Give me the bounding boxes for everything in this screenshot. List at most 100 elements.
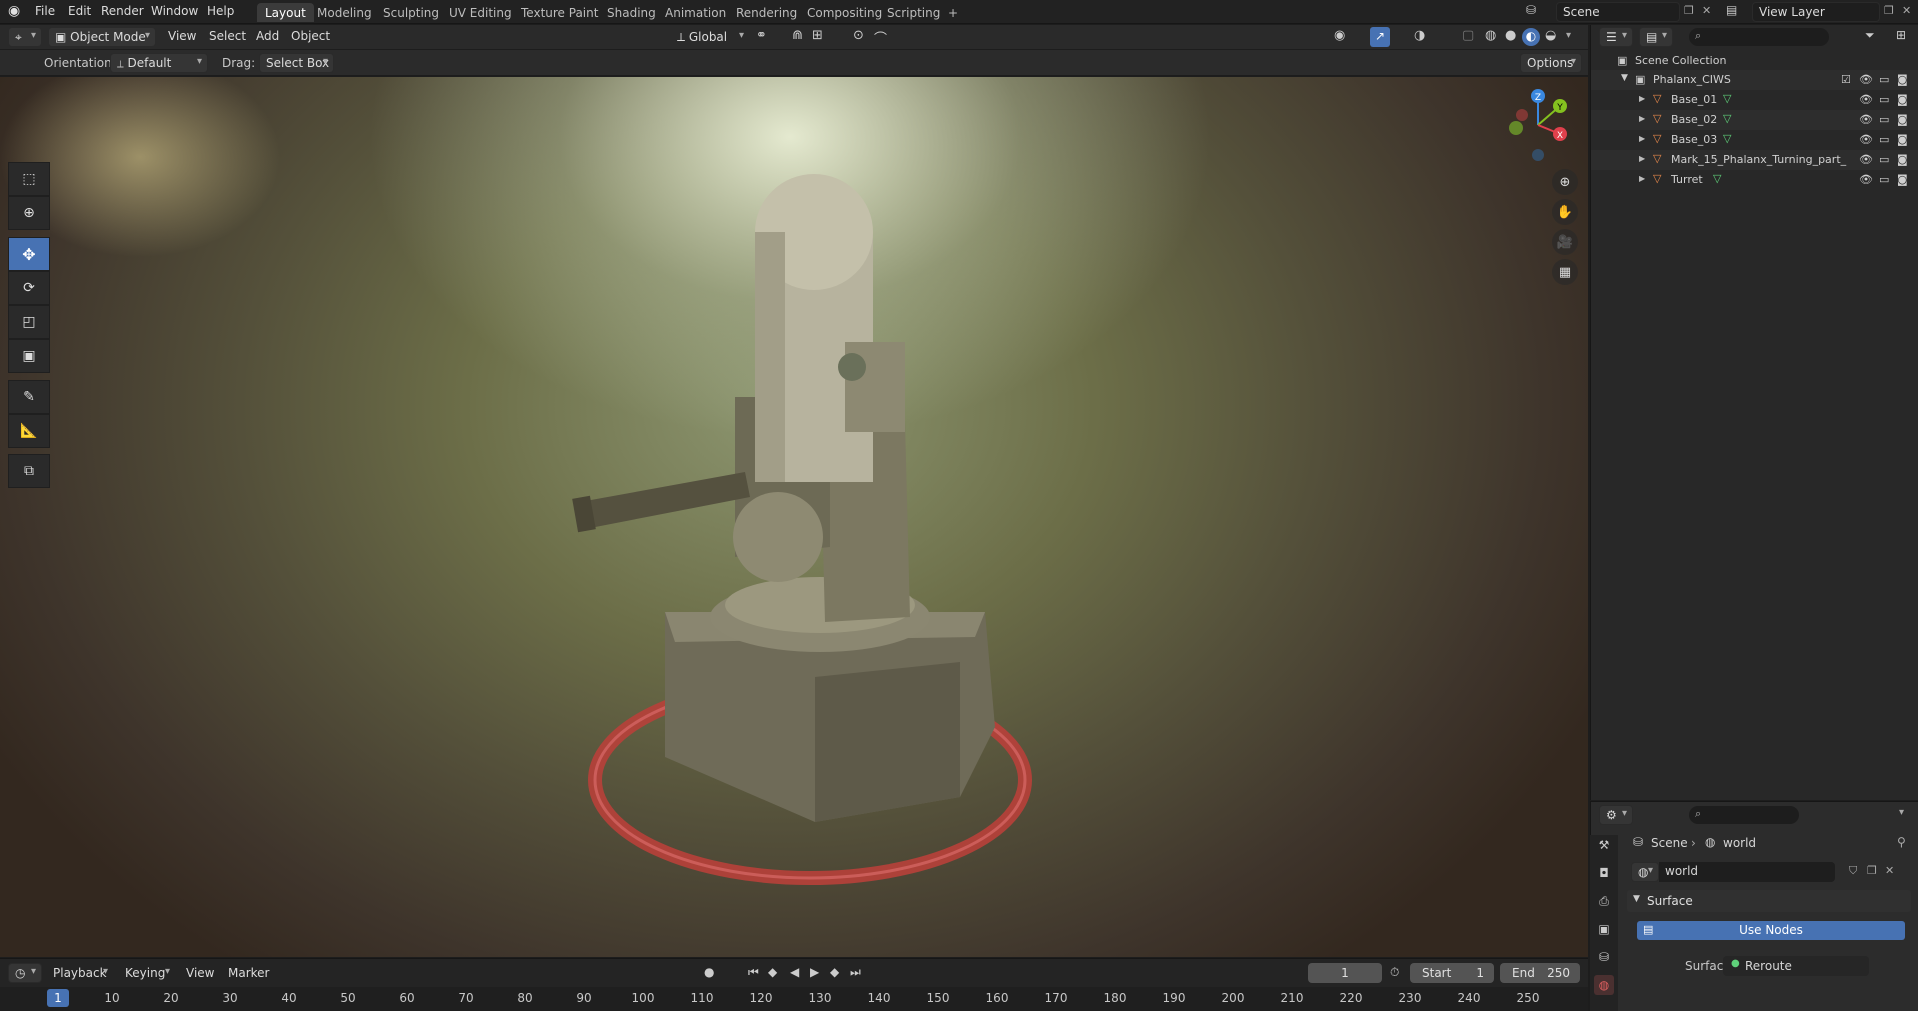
orientation-dropdown[interactable]: ⟂ Default [110,53,208,73]
shading-options-chevron-icon[interactable]: ▾ [1566,30,1571,41]
perspective-toggle-button[interactable]: ▦ [1552,259,1578,285]
play-reverse-icon[interactable]: ◀ [790,965,799,979]
menu-object[interactable]: Object [291,29,330,43]
breadcrumb-scene[interactable]: Scene [1651,836,1688,850]
expand-arrow-icon[interactable]: ▶ [1639,154,1645,163]
pivot-point-icon[interactable]: ⚭ [756,28,767,43]
options-dropdown[interactable]: Options [1520,53,1582,73]
fake-user-shield-icon[interactable]: ⛉ [1849,864,1857,878]
navigation-gizmo[interactable]: Z Y X [1498,85,1578,165]
outliner-row-object[interactable]: ▶ ▽ Turret ▽ 👁 ▭ ◙ [1591,170,1918,190]
tab-scene[interactable]: ⛁ [1594,947,1614,967]
start-frame-field[interactable]: Start 1 [1410,963,1494,983]
world-browse-button[interactable]: ◍ [1631,862,1659,882]
transform-orientation-selector[interactable]: ⟂ Global [670,27,750,47]
3d-viewport[interactable]: ⬚ ⊕ ✥ ⟳ ◰ ▣ ✎ 📐 ⧉ Z Y X ⊕ ✋ 🎥 ▦ [0,77,1588,957]
add-cube-tool[interactable]: ⧉ [8,454,50,488]
annotate-tool[interactable]: ✎ [8,380,50,414]
outliner-editor-type[interactable]: ☰ [1599,27,1633,47]
expand-arrow-icon[interactable]: ▶ [1639,94,1645,103]
pan-button[interactable]: ✋ [1552,199,1578,225]
monitor-icon[interactable]: ▭ [1879,93,1889,106]
measure-tool[interactable]: 📐 [8,414,50,448]
rendered-shading-icon[interactable]: ◒ [1545,28,1556,43]
world-name-field[interactable]: world [1659,862,1835,882]
eye-icon[interactable]: 👁 [1859,73,1873,86]
next-keyframe-icon[interactable]: ◆ [830,965,839,979]
eye-icon[interactable]: 👁 [1859,133,1873,146]
visibility-icon[interactable]: ◉ [1334,28,1345,43]
duplicate-icon[interactable]: ❐ [1867,864,1877,877]
keying-menu[interactable]: Keying [118,963,176,983]
scene-selector[interactable]: Scene [1556,2,1680,22]
surface-panel-header[interactable]: ▼ Surface [1627,890,1911,912]
material-preview-icon[interactable]: ◐ [1522,28,1540,46]
camera-view-button[interactable]: 🎥 [1552,229,1578,255]
tab-texture-paint[interactable]: Texture Paint [513,3,606,22]
transform-tool[interactable]: ▣ [8,339,50,373]
snap-icon[interactable]: ⋒ [792,28,803,43]
playback-menu[interactable]: Playback [46,963,114,983]
camera-render-icon[interactable]: ◙ [1897,93,1908,106]
unlink-icon[interactable]: ✕ [1885,864,1894,877]
add-workspace-button[interactable]: + [940,3,966,22]
tab-animation[interactable]: Animation [657,3,734,22]
tab-view-layer[interactable]: ▣ [1594,919,1614,939]
use-nodes-button[interactable]: ▤ Use Nodes [1637,921,1905,940]
jump-end-icon[interactable]: ⏭ [850,965,861,980]
monitor-icon[interactable]: ▭ [1879,153,1889,166]
timeline-editor-type[interactable]: ◷ [8,963,42,983]
drag-dropdown[interactable]: Select Box [259,53,334,73]
falloff-icon[interactable]: ⌒ [874,28,887,47]
properties-search-input[interactable]: ⌕ [1689,806,1799,824]
tab-output[interactable]: ⎙ [1594,891,1614,911]
marker-menu[interactable]: Marker [228,966,269,980]
jump-start-icon[interactable]: ⏮ [748,965,759,980]
menu-add[interactable]: Add [256,29,279,43]
xray-icon[interactable]: ▢ [1462,28,1474,43]
select-box-tool[interactable]: ⬚ [8,162,50,196]
filter-icon[interactable]: ⏷ [1865,28,1875,43]
tab-sculpting[interactable]: Sculpting [375,3,447,22]
expand-arrow-icon[interactable]: ▶ [1639,114,1645,123]
monitor-icon[interactable]: ▭ [1879,173,1889,186]
outliner-row-scene-collection[interactable]: ▣ Scene Collection [1591,51,1918,71]
tab-shading[interactable]: Shading [599,3,664,22]
breadcrumb-world[interactable]: world [1723,836,1756,850]
monitor-icon[interactable]: ▭ [1879,73,1889,86]
monitor-icon[interactable]: ▭ [1879,113,1889,126]
monitor-icon[interactable]: ▭ [1879,133,1889,146]
zoom-button[interactable]: ⊕ [1552,169,1578,195]
eye-icon[interactable]: 👁 [1859,173,1873,186]
delete-view-layer-icon[interactable]: ✕ [1902,4,1911,17]
move-tool[interactable]: ✥ [8,237,50,271]
new-scene-icon[interactable]: ❐ [1684,4,1694,17]
end-frame-field[interactable]: End 250 [1500,963,1580,983]
outliner-row-object[interactable]: ▶ ▽ Mark_15_Phalanx_Turning_part_ 👁 ▭ ◙ [1591,150,1918,170]
menu-render[interactable]: Render [101,4,144,18]
camera-render-icon[interactable]: ◙ [1897,133,1908,146]
eye-icon[interactable]: 👁 [1859,153,1873,166]
gizmo-toggle-icon[interactable]: ↗ [1370,27,1390,47]
outliner-row-object[interactable]: ▶ ▽ Base_02 ▽ 👁 ▭ ◙ [1591,110,1918,130]
play-icon[interactable]: ▶ [810,965,819,979]
tab-rendering[interactable]: Rendering [728,3,805,22]
blender-logo-icon[interactable]: ◉ [8,3,20,19]
proportional-editing-icon[interactable]: ⊙ [853,28,864,43]
expand-arrow-icon[interactable]: ▶ [1639,174,1645,183]
wireframe-shading-icon[interactable]: ◍ [1485,28,1496,43]
menu-view[interactable]: View [168,29,196,43]
menu-select[interactable]: Select [209,29,246,43]
outliner-row-object[interactable]: ▶ ▽ Base_03 ▽ 👁 ▭ ◙ [1591,130,1918,150]
camera-render-icon[interactable]: ◙ [1897,173,1908,186]
rotate-tool[interactable]: ⟳ [8,271,50,305]
current-frame-field[interactable]: 1 [1308,963,1382,983]
view-layer-icon[interactable]: ▤ [1726,3,1737,17]
properties-editor-type[interactable]: ⚙ [1599,805,1633,825]
expand-arrow-icon[interactable]: ▼ [1621,73,1628,83]
mode-selector[interactable]: ▣ Object Mode [48,27,156,47]
eye-icon[interactable]: 👁 [1859,113,1873,126]
delete-scene-icon[interactable]: ✕ [1702,4,1711,17]
display-mode-selector[interactable]: ▤ [1639,27,1673,47]
chevron-down-icon[interactable]: ▾ [1899,807,1904,818]
